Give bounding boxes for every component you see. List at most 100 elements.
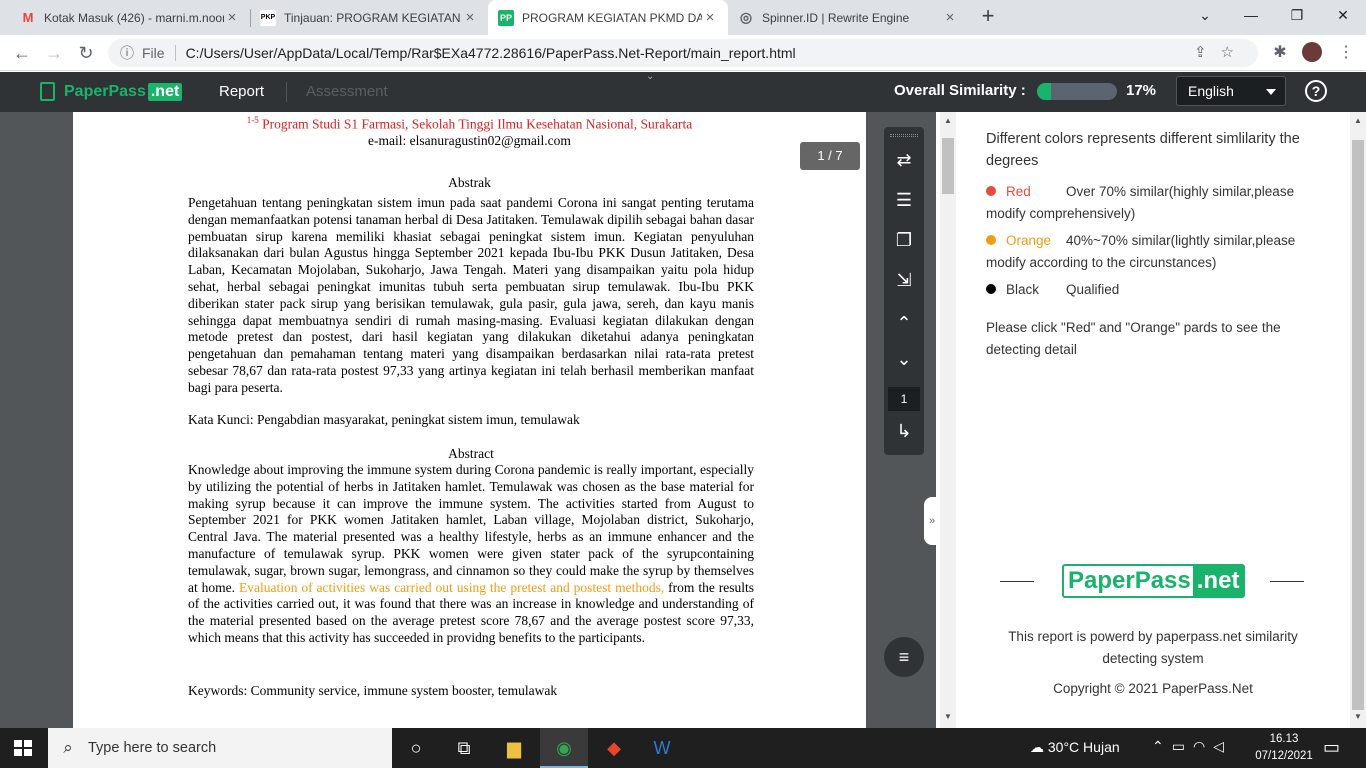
forward-button[interactable]: → [42,41,66,65]
scroll-thumb[interactable] [1352,140,1364,710]
tab-spinner[interactable]: ◎ Spinner.ID | Rewrite Engine × [728,0,968,35]
copyright-text: Copyright © 2021 PaperPass.Net [1053,681,1253,696]
paperpass-icon: PP [498,9,514,26]
document-scrollbar[interactable]: ▲ ▼ [940,112,956,728]
affiliation-superscript: 1-5 [246,115,259,125]
close-icon[interactable]: × [224,9,240,26]
orange-dot-icon [986,235,996,245]
close-window-button[interactable]: ✕ [1320,0,1366,30]
legend-item-orange: Orange 40%~70% similar(lightly similar,pl… [986,230,1326,274]
powered-by-text: This report is powerd by paperpass.net s… [1008,629,1298,666]
brand-name: PaperPass [1068,567,1191,594]
notification-icon[interactable]: ▭ [1323,737,1340,758]
search-placeholder: Type here to search [88,740,217,756]
orange-similarity-highlight[interactable]: Evaluation of activities was carried out… [239,580,664,595]
fit-icon[interactable]: ⇲ [884,268,924,292]
paperpass-logo: PaperPass .net [40,82,183,101]
chevron-down-icon[interactable]: ⌄ [884,347,924,371]
page-number-input[interactable]: 1 [888,387,920,411]
gmail-icon: M [22,10,34,25]
black-dot-icon [986,284,996,294]
scroll-up-arrow-icon[interactable]: ▲ [944,116,952,125]
keywords: Keywords: Community service, immune syst… [188,683,558,698]
tab-pkp[interactable]: PKP Tinjauan: PROGRAM KEGIATAN PKMD × [250,0,488,35]
goto-page-icon[interactable]: ↳ [884,419,924,443]
close-icon[interactable]: × [942,9,958,26]
menu-icon[interactable]: ≡ [884,637,924,677]
extensions-icon[interactable]: ✱ [1268,41,1292,65]
drag-handle[interactable] [890,134,918,137]
help-icon[interactable]: ? [1305,80,1327,102]
abstract-text-1: Knowledge about improving the immune sys… [188,462,754,595]
windows-start-icon[interactable] [14,740,32,756]
document-icon [40,82,55,101]
tab-paperpass-active[interactable]: PP PROGRAM KEGIATAN PKMD DALAM × [488,0,728,35]
close-icon[interactable]: × [462,9,478,26]
weather-widget[interactable]: ☁ 30°C Hujan [1030,739,1120,756]
document-viewer: 1-5 Program Studi S1 Farmasi, Sekolah Ti… [0,112,936,728]
logo-name: PaperPass [64,82,146,100]
swap-icon[interactable]: ⇄ [884,148,924,172]
tab-title: Tinjauan: PROGRAM KEGIATAN PKMD [284,10,462,25]
legend-item-black: Black Qualified [986,279,1326,301]
word-icon[interactable]: W [638,728,686,768]
reload-button[interactable]: ↻ [74,41,98,65]
search-icon: ⌕ [63,738,73,757]
scroll-thumb[interactable] [942,138,954,194]
weather-text: 30°C Hujan [1047,739,1120,755]
new-tab-button[interactable]: + [976,5,1000,29]
author-email: e-mail: elsanuragustin02@gmail.com [368,133,571,149]
collapse-panel-icon[interactable]: » [924,497,940,545]
clock-date: 07/12/2021 [1255,750,1313,762]
close-icon[interactable]: × [702,9,718,26]
similarity-bar-fill [1037,83,1051,100]
legend-name: Red [1006,184,1031,199]
browser-menu-icon[interactable]: ⋮ [1334,41,1358,65]
detail-note: Please click "Red" and "Orange" pards to… [986,320,1281,357]
taskbar-search[interactable]: ⌕ Type here to search [48,728,392,768]
tab-title: PROGRAM KEGIATAN PKMD DALAM [522,10,702,25]
info-icon[interactable]: ⓘ [112,43,142,63]
affiliation[interactable]: 1-5 Program Studi S1 Farmasi, Sekolah Ti… [73,112,866,133]
app-icon[interactable]: ◆ [590,728,638,768]
tab-title: Spinner.ID | Rewrite Engine [762,10,910,25]
file-explorer-icon[interactable]: ▆ [490,728,538,768]
back-button[interactable]: ← [10,41,34,65]
abstrak-body: Pengetahuan tentang peningkatan sistem i… [188,195,754,395]
nav-report[interactable]: Report [219,83,264,100]
cortana-icon[interactable]: ○ [392,728,440,768]
minimize-button[interactable]: — [1228,0,1274,30]
language-value: English [1188,83,1234,99]
chrome-icon[interactable]: ◉ [540,728,588,768]
chevron-up-icon[interactable]: ⌃ [884,311,924,335]
legend-panel: Different colors represents different si… [956,112,1350,728]
list-icon[interactable]: ☰ [884,188,924,212]
tab-search-button[interactable]: ⌄ [1182,0,1228,30]
scroll-down-arrow-icon[interactable]: ▼ [1354,712,1362,721]
copy-icon[interactable]: ❐ [884,228,924,252]
paperpass-brand-logo: PaperPass .net [1000,564,1306,598]
share-bookmark-icons[interactable]: ⇪☆ [1194,43,1248,61]
panel-scrollbar[interactable]: ▲ ▼ [1350,112,1366,728]
taskbar-clock[interactable]: 16.13 07/12/2021 [1252,731,1316,765]
nav-assessment[interactable]: Assessment [306,83,388,100]
url-text[interactable]: C:/Users/User/AppData/Local/Temp/Rar$EXa… [186,45,796,61]
divider-line [1270,581,1304,582]
system-tray-icons[interactable]: ⌃▭◠◁ [1152,738,1232,755]
restore-button[interactable]: ❐ [1274,0,1320,30]
tab-gmail[interactable]: M Kotak Masuk (426) - marni.m.noor × [10,0,250,35]
scroll-up-arrow-icon[interactable]: ▲ [1354,116,1362,125]
profile-avatar[interactable] [1302,42,1322,62]
task-view-icon[interactable]: ⧉ [440,728,488,768]
collapse-header-icon[interactable]: ⌄ [646,71,654,82]
scroll-down-arrow-icon[interactable]: ▼ [944,712,952,721]
nav-divider [286,82,287,102]
red-dot-icon [986,186,996,196]
similarity-percent: 17% [1126,82,1157,99]
clock-time: 16.13 [1269,733,1299,745]
page-indicator: 1 / 7 [800,142,860,170]
abstrak-heading: Abstrak [448,175,491,191]
language-select[interactable]: English [1176,76,1286,106]
abstract-body: Knowledge about improving the immune sys… [188,462,754,647]
address-bar[interactable]: ⓘ File C:/Users/User/AppData/Local/Temp/… [108,39,1258,67]
